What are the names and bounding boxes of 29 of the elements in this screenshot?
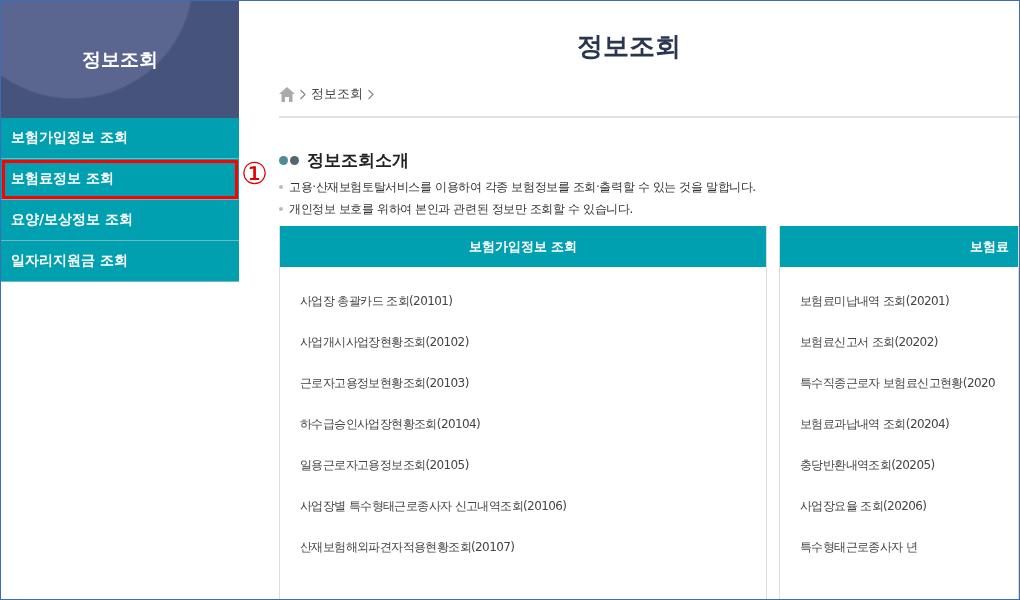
menu-link[interactable]: 특수형태근로종사자 년 [800, 526, 1018, 568]
menu-link[interactable]: 하수급승인사업장현황조회(20104) [300, 403, 766, 445]
menu-link[interactable]: 보험료과납내역 조회(20204) [800, 403, 1018, 445]
menu-link[interactable]: 사업장요율 조회(20206) [800, 485, 1018, 527]
card-header: 보험료 [780, 225, 1018, 267]
annotation-number: ① [241, 159, 268, 189]
sidebar-title: 정보조회 [82, 47, 158, 73]
card-header: 보험가입정보 조회 [280, 225, 766, 267]
description-text: 개인정보 보호를 위하여 본인과 관련된 정보만 조회할 수 있습니다. [289, 200, 633, 218]
page-title: 정보조회 [576, 31, 682, 63]
menu-link[interactable]: 충당반환내역조회(20205) [800, 444, 1018, 486]
menu-link[interactable]: 사업장 총괄카드 조회(20101) [300, 280, 766, 322]
bullet-dot [279, 206, 283, 211]
description-text: 고용·산재보험토탈서비스를 이용하여 각종 보험정보를 조회·출력할 수 있는 것을 말합니다. [289, 178, 756, 196]
menu-link[interactable]: 일용근로자고용정보조회(20105) [300, 444, 766, 486]
menu-link[interactable]: 근로자고용정보현황조회(20103) [300, 362, 766, 404]
chevron-icon [299, 88, 307, 100]
menu-link[interactable]: 사업장별 특수형태근로종사자 신고내역조회(20106) [300, 485, 766, 527]
menu-link[interactable]: 특수직종근로자 보험료신고현황(2020 [800, 362, 1018, 404]
menu-link[interactable]: 산재보험해외파견자적용현황조회(20107) [300, 526, 766, 568]
menu-link[interactable]: 사업개시사업장현황조회(20102) [300, 321, 766, 363]
breadcrumb-link[interactable]: 정보조회 [311, 84, 363, 104]
menu-link[interactable]: 보험료신고서 조회(20202) [800, 321, 1018, 363]
bullet-dot [279, 184, 283, 189]
chevron-icon [367, 88, 375, 100]
section-title: 정보조회소개 [307, 149, 409, 173]
bullet-dots-icon [279, 156, 299, 166]
home-icon[interactable] [279, 86, 295, 102]
menu-link[interactable]: 보험료미납내역 조회(20201) [800, 280, 1018, 322]
